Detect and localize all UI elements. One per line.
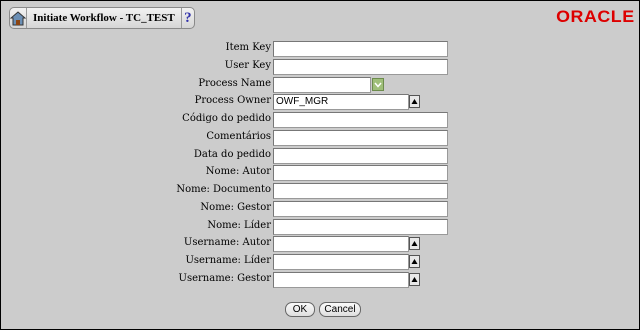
user-key-input[interactable]	[273, 59, 448, 75]
form-row-comentarios: Comentários	[1, 130, 640, 146]
field-label: Nome: Autor	[205, 166, 271, 177]
form-row-user-key: User Key	[1, 59, 640, 75]
ok-button[interactable]: OK	[285, 302, 315, 317]
help-icon: ?	[184, 9, 192, 26]
cancel-button[interactable]: Cancel	[319, 302, 361, 317]
username-autor-input[interactable]	[273, 236, 409, 252]
field-label: User Key	[224, 60, 271, 71]
nome-documento-input[interactable]	[273, 183, 448, 199]
username-lider-lov-button[interactable]	[409, 255, 420, 268]
nome-gestor-input[interactable]	[273, 201, 448, 217]
help-button[interactable]: ?	[182, 8, 194, 28]
username-gestor-lov-button[interactable]	[409, 273, 420, 286]
oracle-logo: ORACLE	[556, 7, 635, 26]
field-label: Process Owner	[194, 95, 271, 106]
home-button[interactable]	[10, 8, 27, 28]
process-name-dropdown-button[interactable]	[372, 78, 384, 91]
field-label: Código do pedido	[182, 113, 271, 124]
lov-arrow-icon	[411, 259, 418, 264]
form-row-nome-lider: Nome: Líder	[1, 219, 640, 235]
lov-arrow-icon	[411, 241, 418, 246]
field-label: Username: Líder	[185, 255, 271, 266]
data-pedido-input[interactable]	[273, 148, 448, 164]
codigo-pedido-input[interactable]	[273, 112, 448, 128]
form-row-nome-autor: Nome: Autor	[1, 165, 640, 181]
title-bar: Initiate Workflow - TC_TEST ?	[9, 7, 195, 29]
field-label: Item Key	[225, 42, 271, 53]
form-row-item-key: Item Key	[1, 41, 640, 57]
form-row-codigo-pedido: Código do pedido	[1, 112, 640, 128]
process-owner-input[interactable]: OWF_MGR	[273, 94, 409, 110]
username-lider-input[interactable]	[273, 254, 409, 270]
page-title: Initiate Workflow - TC_TEST	[27, 8, 182, 28]
item-key-input[interactable]	[273, 41, 448, 57]
lov-arrow-icon	[411, 277, 418, 282]
form-row-nome-gestor: Nome: Gestor	[1, 201, 640, 217]
process-owner-lov-button[interactable]	[409, 95, 420, 108]
field-label: Process Name	[198, 78, 271, 89]
lov-arrow-icon	[411, 99, 418, 104]
field-label: Nome: Gestor	[200, 202, 271, 213]
field-label: Comentários	[206, 131, 271, 142]
comentarios-input[interactable]	[273, 130, 448, 146]
field-label: Nome: Documento	[176, 184, 271, 195]
chevron-down-icon	[374, 82, 382, 88]
form-row-username-gestor: Username: Gestor	[1, 272, 640, 288]
form-row-process-owner: Process Owner OWF_MGR	[1, 94, 640, 110]
nome-lider-input[interactable]	[273, 219, 448, 235]
field-label: Username: Autor	[183, 237, 271, 248]
username-gestor-input[interactable]	[273, 272, 409, 288]
nome-autor-input[interactable]	[273, 165, 448, 181]
username-autor-lov-button[interactable]	[409, 237, 420, 250]
form-row-data-pedido: Data do pedido	[1, 148, 640, 164]
form-row-username-lider: Username: Líder	[1, 254, 640, 270]
home-icon	[10, 10, 26, 25]
field-label: Username: Gestor	[178, 273, 271, 284]
form-row-process-name: Process Name	[1, 77, 640, 93]
form-row-username-autor: Username: Autor	[1, 236, 640, 252]
field-label: Data do pedido	[193, 149, 271, 160]
process-name-select[interactable]	[273, 77, 371, 93]
field-label: Nome: Líder	[207, 220, 271, 231]
form-row-nome-documento: Nome: Documento	[1, 183, 640, 199]
workflow-window: Initiate Workflow - TC_TEST ? ORACLE Ite…	[0, 0, 640, 330]
